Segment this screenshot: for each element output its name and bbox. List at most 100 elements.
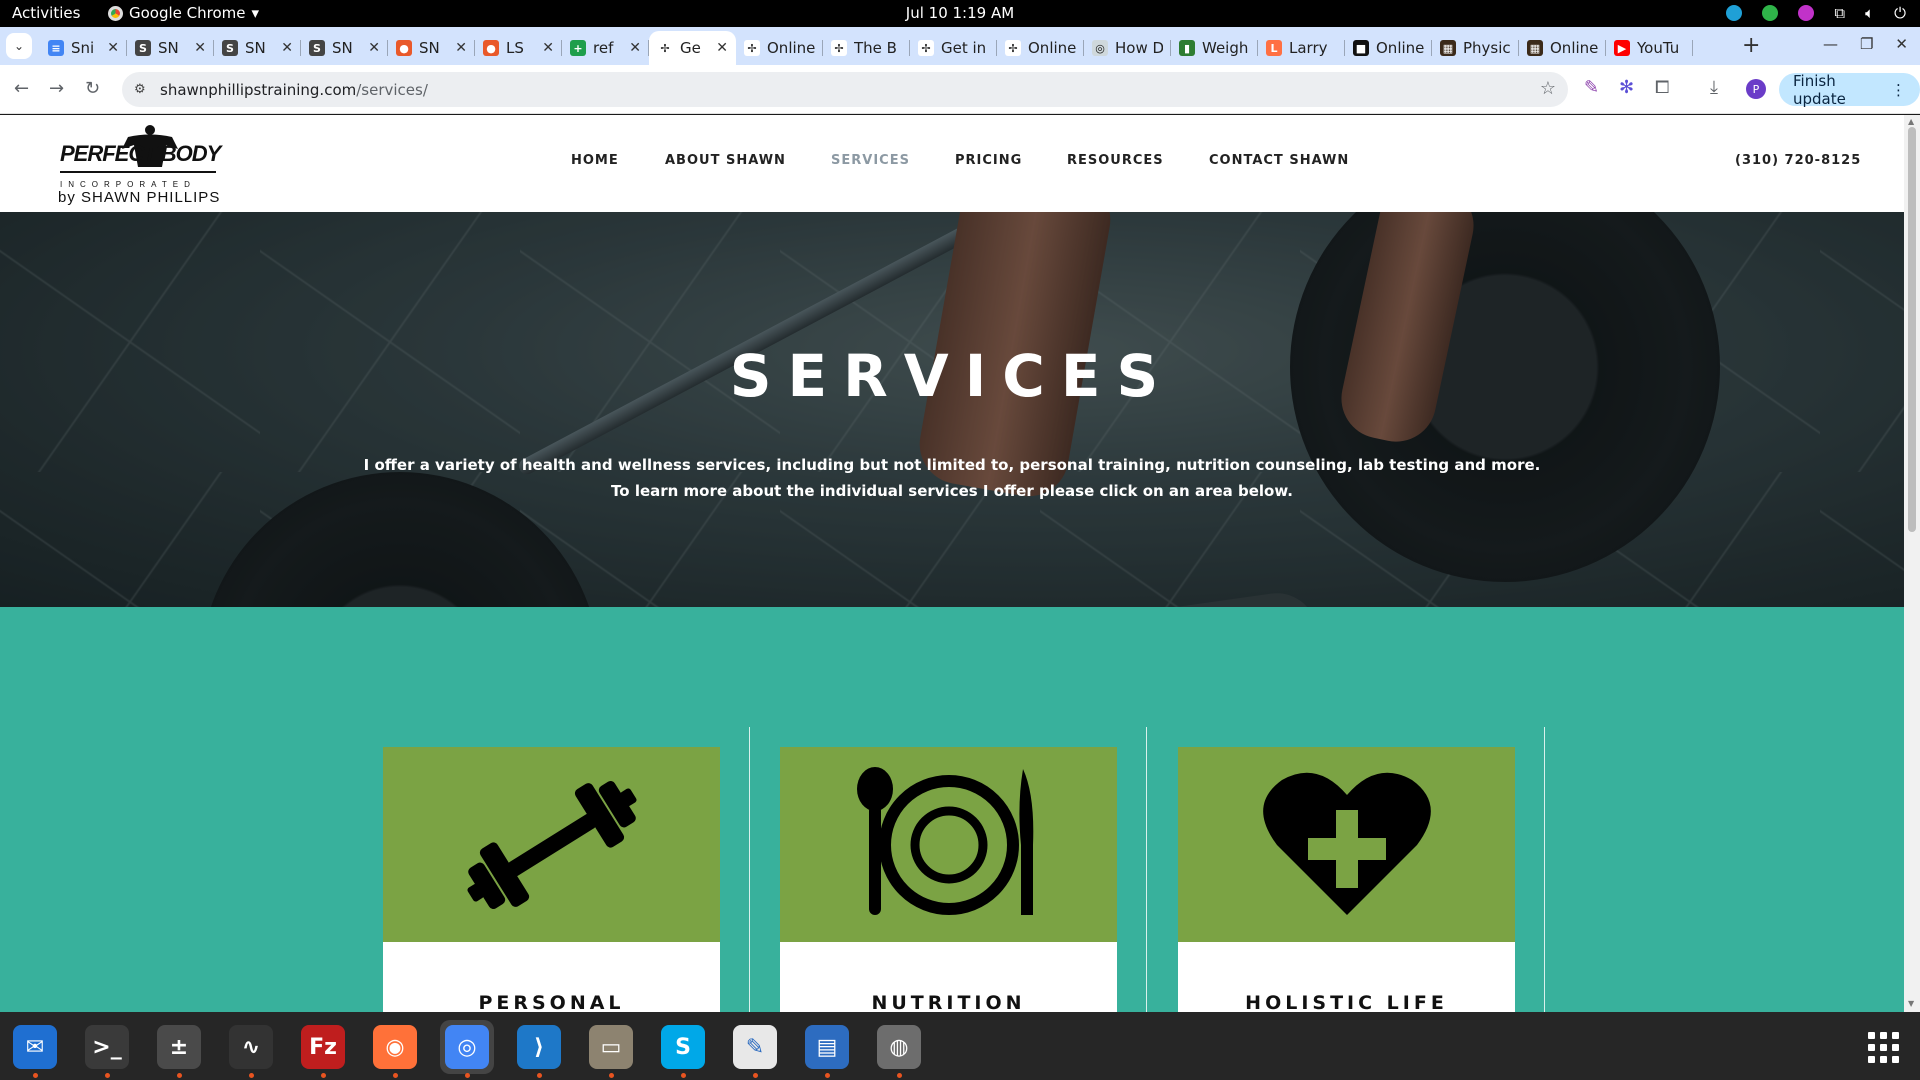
tab-close-icon[interactable]: ✕ [194, 40, 206, 56]
tab[interactable]: ● SN ✕ [388, 31, 475, 65]
tab[interactable]: ✢ The B [823, 31, 910, 65]
nav-services[interactable]: SERVICES [831, 153, 910, 168]
nav-pricing[interactable]: PRICING [955, 153, 1022, 168]
address-bar[interactable]: ⚙ shawnphillipstraining.com/services/ ☆ [122, 72, 1568, 107]
dock-firefox[interactable]: ◉ [368, 1020, 422, 1078]
tab-title: YouTu [1637, 39, 1680, 57]
tab[interactable]: ▶ YouTu [1606, 31, 1693, 65]
favicon-icon: L [1266, 40, 1282, 56]
dock-system-monitor[interactable]: ∿ [224, 1020, 278, 1078]
clock[interactable]: Jul 10 1:19 AM [0, 4, 1920, 22]
extensions-puzzle-icon[interactable]: ⧠ [1655, 77, 1669, 98]
tab-active[interactable]: ✢ Ge ✕ [649, 31, 736, 65]
minimize-icon[interactable]: — [1823, 35, 1838, 53]
tab-title: Online [767, 39, 815, 57]
grid-dot [1868, 1056, 1875, 1063]
dock-thunderbird[interactable]: ✉ [8, 1020, 62, 1078]
tab[interactable]: ◎ How D [1084, 31, 1171, 65]
tab-close-icon[interactable]: ✕ [281, 40, 293, 56]
plate-utensils-icon [856, 766, 1033, 915]
column-divider [1146, 727, 1147, 1012]
running-indicator [33, 1073, 38, 1078]
dock-disks[interactable]: ◍ [872, 1020, 926, 1078]
tab[interactable]: + ref ✕ [562, 31, 649, 65]
dock-vscode[interactable]: ⟩ [512, 1020, 566, 1078]
tab[interactable]: ■ Online [1345, 31, 1432, 65]
dock-document-viewer[interactable]: ▤ [800, 1020, 854, 1078]
back-icon[interactable]: ← [14, 78, 29, 99]
dock-text-editor[interactable]: ✎ [728, 1020, 782, 1078]
tab[interactable]: ✢ Online [736, 31, 823, 65]
dock-skype[interactable]: S [656, 1020, 710, 1078]
forward-icon[interactable]: → [49, 78, 64, 99]
tab-close-icon[interactable]: ✕ [368, 40, 380, 56]
tab[interactable]: ▦ Online [1519, 31, 1606, 65]
site-info-icon[interactable]: ⚙ [134, 82, 150, 97]
tab[interactable]: ● LS ✕ [475, 31, 562, 65]
site-header: PERFECT BODY INCORPORATED by SHAWN PHILL… [0, 115, 1904, 212]
service-card-personal[interactable]: PERSONAL [383, 747, 720, 1012]
tab[interactable]: ▦ Physic [1432, 31, 1519, 65]
phone-number-link[interactable]: (310) 720-8125 [1735, 153, 1861, 168]
page-scrollbar[interactable]: ▲ ▼ [1904, 115, 1920, 1012]
skype-icon: S [661, 1025, 705, 1069]
download-icon[interactable]: ⤓ [1710, 77, 1718, 98]
bookmark-star-icon[interactable]: ☆ [1540, 78, 1556, 99]
app-indicator-icon[interactable] [1798, 5, 1815, 21]
asterisk-extension-icon[interactable]: ✻ [1619, 77, 1634, 98]
tab-close-icon[interactable]: ✕ [107, 40, 119, 56]
tab-title: LS [506, 39, 524, 57]
dock-terminal[interactable]: >_ [80, 1020, 134, 1078]
close-window-icon[interactable]: ✕ [1895, 35, 1908, 53]
shield-check-icon[interactable] [1762, 5, 1779, 21]
nav-home[interactable]: HOME [571, 153, 619, 168]
kebab-menu-icon: ⋮ [1891, 80, 1906, 99]
network-icon[interactable]: ⧉ [1834, 4, 1845, 22]
dock-filezilla[interactable]: Fz [296, 1020, 350, 1078]
tab-title: The B [854, 39, 897, 57]
url-path: /services/ [356, 80, 428, 99]
dock-calculator[interactable]: ± [152, 1020, 206, 1078]
dock-files[interactable]: ▭ [584, 1020, 638, 1078]
tab-close-icon[interactable]: ✕ [629, 40, 641, 56]
sync-icon[interactable] [1726, 5, 1743, 21]
show-applications-grid-icon[interactable] [1868, 1032, 1899, 1063]
tab[interactable]: S SN ✕ [301, 31, 388, 65]
new-tab-button[interactable]: + [1742, 33, 1760, 58]
system-top-bar: Activities Google Chrome ▾ Jul 10 1:19 A… [0, 0, 1920, 27]
main-nav: HOME ABOUT SHAWN SERVICES PRICING RESOUR… [0, 153, 1904, 173]
system-tray[interactable]: ⧉ 🔈︎ ⏻ [1726, 4, 1906, 22]
service-card-nutrition[interactable]: NUTRITION [780, 747, 1117, 1012]
nav-contact-shawn[interactable]: CONTACT SHAWN [1209, 153, 1349, 168]
finish-update-button[interactable]: Finish update ⋮ [1779, 72, 1920, 108]
tab-close-icon[interactable]: ✕ [716, 40, 728, 56]
nav-resources[interactable]: RESOURCES [1067, 153, 1164, 168]
reload-icon[interactable]: ↻ [85, 78, 100, 99]
chevron-down-icon: ⌄ [13, 39, 25, 53]
tab[interactable]: ✢ Online [997, 31, 1084, 65]
tab[interactable]: S SN ✕ [127, 31, 214, 65]
scrollbar-thumb[interactable] [1908, 127, 1916, 532]
files-icon: ▭ [589, 1025, 633, 1069]
tab[interactable]: ✢ Get in [910, 31, 997, 65]
url-text[interactable]: shawnphillipstraining.com/services/ [160, 81, 428, 99]
dock-chrome[interactable]: ◎ [440, 1020, 494, 1078]
tab-close-icon[interactable]: ✕ [455, 40, 467, 56]
tab[interactable]: ▮ Weigh [1171, 31, 1258, 65]
volume-icon[interactable]: 🔈︎ [1865, 4, 1874, 22]
nav-about-shawn[interactable]: ABOUT SHAWN [665, 153, 786, 168]
tab[interactable]: S SN ✕ [214, 31, 301, 65]
service-card-holistic-life[interactable]: HOLISTIC LIFE [1178, 747, 1515, 1012]
pen-extension-icon[interactable]: ✎ [1584, 77, 1599, 98]
power-icon[interactable]: ⏻ [1894, 4, 1906, 22]
scroll-down-icon[interactable]: ▼ [1908, 999, 1914, 1008]
tab[interactable]: L Larry [1258, 31, 1345, 65]
service-label: HOLISTIC LIFE [1245, 992, 1448, 1012]
restore-icon[interactable]: ❐ [1860, 35, 1873, 53]
tab-close-icon[interactable]: ✕ [542, 40, 554, 56]
tab-search-button[interactable]: ⌄ [6, 33, 32, 59]
scroll-up-icon[interactable]: ▲ [1908, 117, 1914, 126]
running-indicator [537, 1073, 542, 1078]
tab[interactable]: ≡ Sni ✕ [40, 31, 127, 65]
profile-avatar[interactable]: P [1746, 79, 1766, 99]
